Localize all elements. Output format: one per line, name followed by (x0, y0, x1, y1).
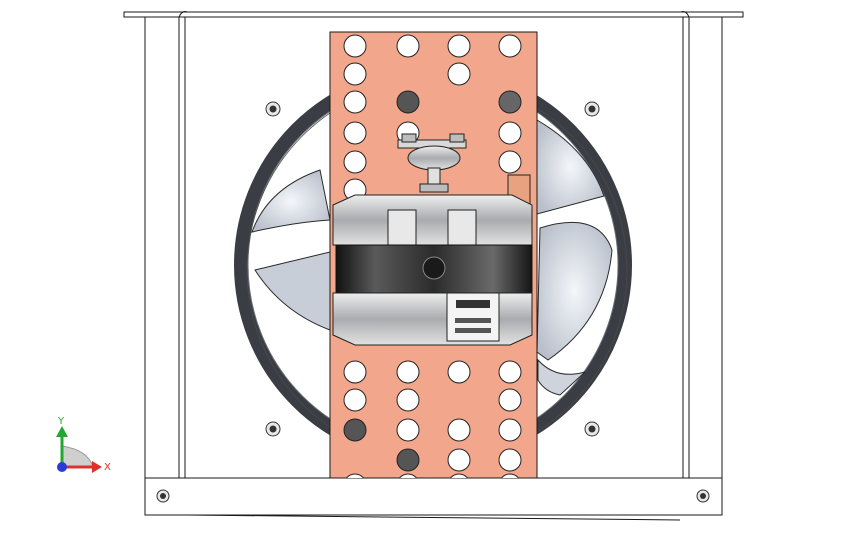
motor-cap (407, 145, 461, 171)
bottom-rail-foot (186, 514, 681, 521)
motor-lower-housing (332, 292, 533, 346)
nameplate-detail-top (456, 300, 490, 308)
x-axis-label: X (104, 462, 111, 473)
motor-shaft (427, 167, 441, 187)
coordinate-triad: Y X (56, 416, 111, 473)
screw-top-left (265, 101, 281, 117)
y-axis-arrowhead (56, 426, 68, 437)
screw-top-right (584, 101, 600, 117)
cad-viewport[interactable]: Y X (0, 0, 867, 533)
y-axis-label: Y (57, 416, 65, 427)
triad-floor-arc (61, 445, 94, 468)
screw-bottom-right (584, 421, 600, 437)
nameplate-detail-bottom (455, 328, 491, 333)
nameplate-detail-mid (455, 318, 491, 323)
x-axis-arrowhead (92, 461, 102, 473)
screw-rail-left (156, 489, 170, 503)
motor-top-block-right (449, 133, 465, 143)
motor-center-hole (422, 256, 446, 280)
motor-top-block-left (401, 133, 417, 143)
screw-bottom-left (265, 421, 281, 437)
screw-rail-right (696, 489, 710, 503)
z-axis-dot (57, 462, 67, 472)
motor-upper-housing (332, 194, 533, 246)
top-flange (123, 11, 744, 18)
motor-collar (419, 183, 449, 193)
